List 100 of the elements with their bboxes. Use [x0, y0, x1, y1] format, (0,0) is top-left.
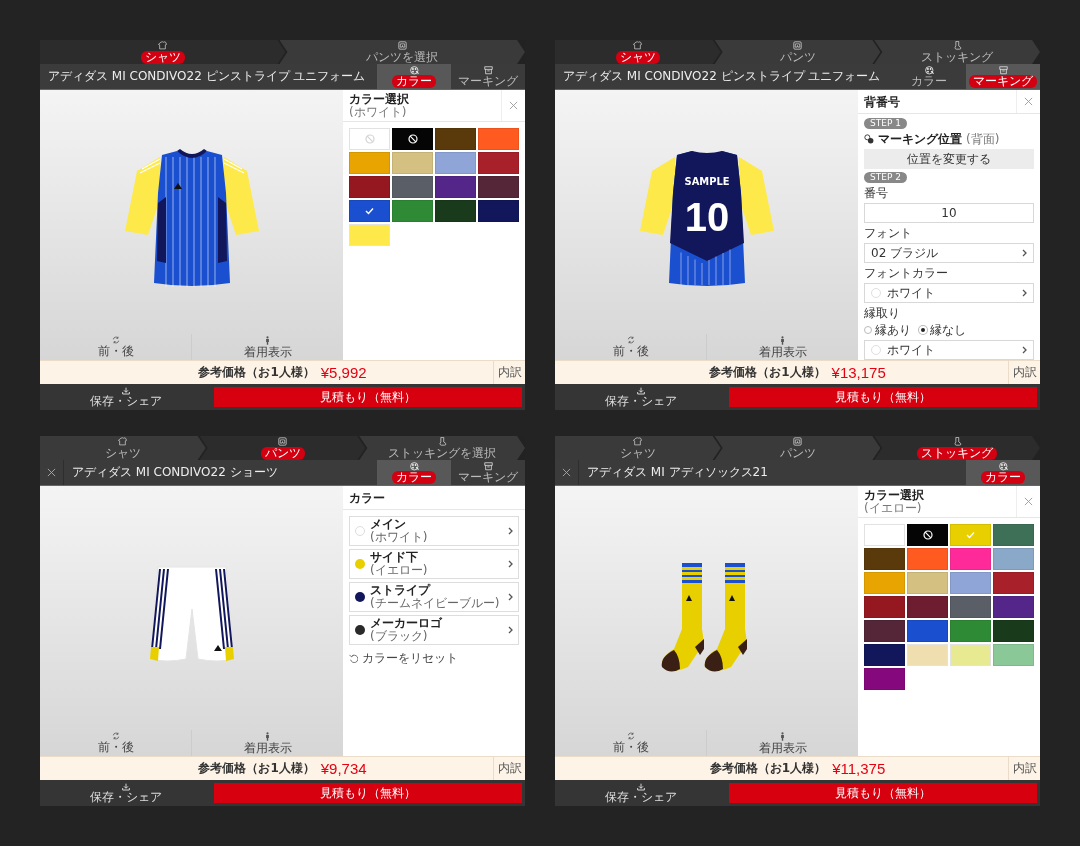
color-part-row[interactable]: ストライプ (チームネイビーブルー): [349, 582, 519, 612]
rotate-button[interactable]: 前・後: [40, 334, 191, 360]
position-note: (背面): [966, 132, 1000, 146]
tray-icon: [483, 65, 493, 75]
color-swatch[interactable]: [950, 644, 991, 666]
share-button[interactable]: 保存・シェア: [40, 780, 212, 806]
product-title: アディダス MI CONDIVO22 ショーツ: [71, 464, 279, 481]
field-label: 縁取り: [864, 306, 901, 320]
color-part-row[interactable]: メイン (ホワイト): [349, 516, 519, 546]
number-field[interactable]: 10: [864, 203, 1034, 223]
rotate-button[interactable]: 前・後: [40, 730, 191, 756]
color-select[interactable]: ホワイト: [864, 340, 1034, 360]
step-badge: STEP 2: [864, 172, 907, 183]
palette-icon: [409, 65, 419, 75]
quote-button[interactable]: 見積もり（無料）: [214, 783, 522, 803]
share-button[interactable]: 保存・シェア: [555, 780, 727, 806]
color-swatch[interactable]: [349, 224, 390, 246]
step-tab[interactable]: パンツ: [714, 436, 881, 460]
step-tab[interactable]: ストッキング: [874, 40, 1040, 64]
field-label: フォントカラー: [864, 266, 949, 280]
part-name: メイン: [370, 518, 407, 531]
prohibited-icon: [922, 530, 933, 540]
step-badge: STEP 1: [864, 118, 907, 129]
step-tab[interactable]: パンツ: [199, 436, 366, 460]
palette-icon: [998, 461, 1008, 471]
chevron-icon: [508, 527, 513, 535]
tab[interactable]: カラー: [377, 64, 451, 89]
price-amount: ¥11,375: [832, 760, 886, 777]
tab[interactable]: カラー: [966, 460, 1040, 485]
step-tab[interactable]: ストッキング: [874, 436, 1040, 460]
change-position-button[interactable]: 位置を変更する: [864, 149, 1034, 169]
shirt-icon: [158, 40, 168, 50]
color-part-row[interactable]: メーカーロゴ (ブラック): [349, 615, 519, 645]
shirt-icon: [118, 436, 128, 446]
panel-title: カラー: [349, 490, 386, 505]
rotate-icon: [626, 336, 635, 344]
field-label: フォント: [864, 226, 913, 240]
price-amount: ¥13,175: [831, 364, 886, 381]
color-select[interactable]: ホワイト: [864, 283, 1034, 303]
rotate-icon: [111, 336, 120, 344]
quote-button[interactable]: 見積もり（無料）: [214, 387, 522, 407]
price-label: 参考価格（お1人様）: [709, 760, 827, 777]
sock-icon: [952, 436, 962, 446]
chevron-icon: [508, 593, 513, 601]
step-tab[interactable]: シャツ: [555, 436, 721, 460]
reset-colors-button[interactable]: カラーをリセット: [349, 648, 458, 669]
field-label: 番号: [864, 186, 889, 200]
palette-icon: [409, 461, 419, 471]
chevron-icon: [508, 560, 513, 568]
price-label: 参考価格（お1人様）: [198, 364, 315, 381]
close-icon: [47, 468, 56, 477]
font-select[interactable]: 02 ブラジル: [864, 243, 1034, 263]
price-label: 参考価格（お1人様）: [709, 364, 826, 381]
step-tab[interactable]: パンツ: [714, 40, 881, 64]
sock-icon: [952, 40, 962, 50]
part-color-name: (ブラック): [370, 630, 429, 643]
person-icon: [264, 335, 271, 345]
person-icon: [779, 335, 786, 345]
color-part-row[interactable]: サイド下 (イエロー): [349, 549, 519, 579]
share-button[interactable]: 保存・シェア: [555, 384, 727, 410]
share-button[interactable]: 保存・シェア: [40, 384, 212, 410]
chevron-icon: [1022, 249, 1027, 257]
tab[interactable]: カラー: [377, 460, 451, 485]
chevron-icon: [1022, 346, 1027, 354]
part-color-name: (ホワイト): [370, 531, 429, 544]
tab[interactable]: マーキング: [451, 64, 525, 89]
chevron-icon: [508, 626, 513, 634]
step-tab[interactable]: ストッキングを選択: [359, 436, 525, 460]
check-icon: [966, 531, 975, 539]
close-icon: [1024, 97, 1033, 106]
radio-option[interactable]: 縁なし: [919, 323, 966, 337]
part-color-name: (イエロー): [370, 564, 429, 577]
quote-button[interactable]: 見積もり（無料）: [729, 387, 1037, 407]
tab[interactable]: マーキング: [966, 64, 1040, 89]
price-amount: ¥9,734: [320, 760, 367, 777]
step-tab[interactable]: シャツ: [555, 40, 721, 64]
step-tab[interactable]: シャツ: [40, 436, 206, 460]
color-swatch[interactable]: [907, 644, 948, 666]
tab[interactable]: カラー: [892, 64, 966, 89]
quote-button[interactable]: 見積もり（無料）: [729, 783, 1037, 803]
tab[interactable]: マーキング: [451, 460, 525, 485]
close-icon: [509, 101, 518, 110]
rotate-button[interactable]: 前・後: [555, 730, 706, 756]
jersey-number-print: 10: [684, 195, 729, 239]
reset-icon: [349, 654, 358, 663]
step-tab[interactable]: シャツ: [40, 40, 286, 64]
part-name: メーカーロゴ: [370, 617, 443, 630]
product-title: アディダス MI CONDIVO22 ピンストライプ ユニフォーム: [562, 68, 882, 85]
person-icon: [779, 731, 786, 741]
part-name: サイド下: [370, 551, 419, 564]
product-title: アディダス MI アディソックス21: [586, 464, 769, 481]
shirt-icon: [633, 436, 643, 446]
download-icon: [122, 782, 130, 791]
price-label: 参考価格（お1人様）: [198, 760, 315, 777]
prohibited-icon: [364, 134, 375, 144]
palette-icon: [924, 65, 934, 75]
color-swatch[interactable]: [864, 524, 905, 546]
step-tab[interactable]: パンツを選択: [279, 40, 525, 64]
rotate-button[interactable]: 前・後: [555, 334, 706, 360]
radio-option[interactable]: 縁あり: [864, 323, 911, 337]
